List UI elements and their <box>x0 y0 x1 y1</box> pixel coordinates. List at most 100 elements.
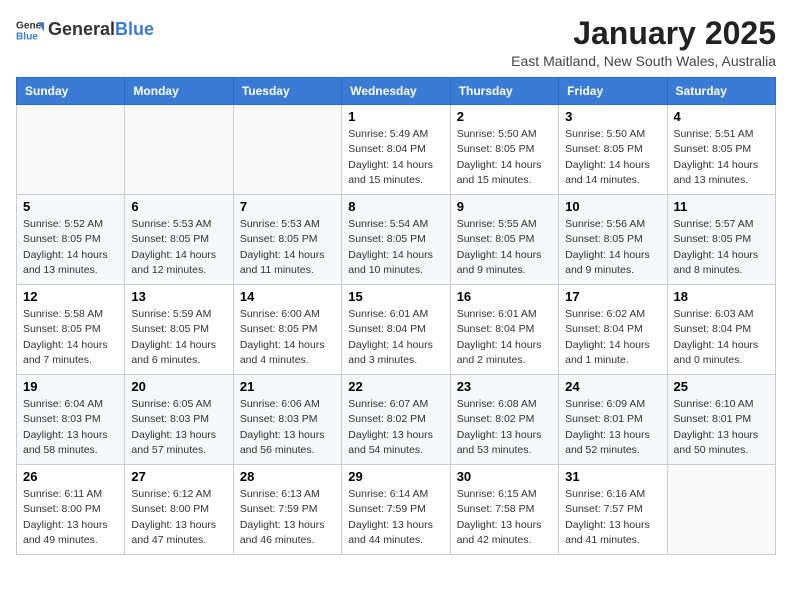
day-number: 4 <box>674 109 769 124</box>
day-number: 31 <box>565 469 660 484</box>
calendar-cell: 3Sunrise: 5:50 AM Sunset: 8:05 PM Daylig… <box>559 105 667 195</box>
logo-blue-text: Blue <box>115 19 154 39</box>
day-info: Sunrise: 6:06 AM Sunset: 8:03 PM Dayligh… <box>240 397 335 458</box>
weekday-header-saturday: Saturday <box>667 78 775 105</box>
calendar-cell: 30 Sunrise: 6:15 AM Sunset: 7:58 PM Dayli… <box>450 465 558 555</box>
calendar-cell: 29 Sunrise: 6:14 AM Sunset: 7:59 PM Dayli… <box>342 465 450 555</box>
day-number: 27 <box>131 469 226 484</box>
day-number: 2 <box>457 109 552 124</box>
logo: General Blue GeneralBlue <box>16 16 154 44</box>
calendar-cell: 27Sunrise: 6:12 AM Sunset: 8:00 PM Dayli… <box>125 465 233 555</box>
day-number: 25 <box>674 379 769 394</box>
calendar-cell: 24 Sunrise: 6:09 AM Sunset: 8:01 PM Dayli… <box>559 375 667 465</box>
day-number: 24 <box>565 379 660 394</box>
day-info: Sunrise: 5:56 AM Sunset: 8:05 PM Dayligh… <box>565 217 660 278</box>
day-number: 28 <box>240 469 335 484</box>
day-info: Sunrise: 5:52 AM Sunset: 8:05 PM Dayligh… <box>23 217 118 278</box>
day-info: Sunrise: 6:07 AM Sunset: 8:02 PM Dayligh… <box>348 397 443 458</box>
calendar-cell: 13 Sunrise: 5:59 AM Sunset: 8:05 PM Dayli… <box>125 285 233 375</box>
calendar-week-1: 1 Sunrise: 5:49 AM Sunset: 8:04 PM Daylig… <box>17 105 776 195</box>
day-number: 18 <box>674 289 769 304</box>
day-info: Sunrise: 6:10 AM Sunset: 8:01 PM Dayligh… <box>674 397 769 458</box>
day-info: Sunrise: 5:50 AM Sunset: 8:05 PM Dayligh… <box>457 127 552 188</box>
calendar-week-3: 12 Sunrise: 5:58 AM Sunset: 8:05 PM Dayli… <box>17 285 776 375</box>
day-info: Sunrise: 5:58 AM Sunset: 8:05 PM Dayligh… <box>23 307 118 368</box>
day-number: 13 <box>131 289 226 304</box>
day-info: Sunrise: 5:51 AM Sunset: 8:05 PM Dayligh… <box>674 127 769 188</box>
day-info: Sunrise: 6:03 AM Sunset: 8:04 PM Dayligh… <box>674 307 769 368</box>
calendar-cell: 9 Sunrise: 5:55 AM Sunset: 8:05 PM Daylig… <box>450 195 558 285</box>
weekday-header-tuesday: Tuesday <box>233 78 341 105</box>
day-number: 29 <box>348 469 443 484</box>
day-number: 15 <box>348 289 443 304</box>
calendar-cell: 16 Sunrise: 6:01 AM Sunset: 8:04 PM Dayli… <box>450 285 558 375</box>
calendar-cell: 15 Sunrise: 6:01 AM Sunset: 8:04 PM Dayli… <box>342 285 450 375</box>
day-info: Sunrise: 6:00 AM Sunset: 8:05 PM Dayligh… <box>240 307 335 368</box>
calendar-cell: 2 Sunrise: 5:50 AM Sunset: 8:05 PM Daylig… <box>450 105 558 195</box>
calendar-cell: 1 Sunrise: 5:49 AM Sunset: 8:04 PM Daylig… <box>342 105 450 195</box>
day-number: 7 <box>240 199 335 214</box>
day-number: 16 <box>457 289 552 304</box>
calendar-cell: 25 Sunrise: 6:10 AM Sunset: 8:01 PM Dayli… <box>667 375 775 465</box>
day-info: Sunrise: 5:49 AM Sunset: 8:04 PM Dayligh… <box>348 127 443 188</box>
day-info: Sunrise: 5:55 AM Sunset: 8:05 PM Dayligh… <box>457 217 552 278</box>
day-info: Sunrise: 5:54 AM Sunset: 8:05 PM Dayligh… <box>348 217 443 278</box>
day-info: Sunrise: 6:04 AM Sunset: 8:03 PM Dayligh… <box>23 397 118 458</box>
calendar-cell: 12 Sunrise: 5:58 AM Sunset: 8:05 PM Dayli… <box>17 285 125 375</box>
day-number: 30 <box>457 469 552 484</box>
calendar-cell: 5Sunrise: 5:52 AM Sunset: 8:05 PM Daylig… <box>17 195 125 285</box>
day-number: 10 <box>565 199 660 214</box>
day-number: 11 <box>674 199 769 214</box>
calendar-cell: 6Sunrise: 5:53 AM Sunset: 8:05 PM Daylig… <box>125 195 233 285</box>
day-number: 14 <box>240 289 335 304</box>
day-info: Sunrise: 6:01 AM Sunset: 8:04 PM Dayligh… <box>457 307 552 368</box>
svg-text:General: General <box>16 20 44 31</box>
calendar-cell: 18 Sunrise: 6:03 AM Sunset: 8:04 PM Dayli… <box>667 285 775 375</box>
page-header: General Blue GeneralBlue January 2025 Ea… <box>16 16 776 69</box>
calendar-cell: 23 Sunrise: 6:08 AM Sunset: 8:02 PM Dayli… <box>450 375 558 465</box>
day-info: Sunrise: 5:59 AM Sunset: 8:05 PM Dayligh… <box>131 307 226 368</box>
weekday-header-sunday: Sunday <box>17 78 125 105</box>
day-info: Sunrise: 6:08 AM Sunset: 8:02 PM Dayligh… <box>457 397 552 458</box>
day-info: Sunrise: 6:13 AM Sunset: 7:59 PM Dayligh… <box>240 487 335 548</box>
svg-text:Blue: Blue <box>16 31 38 42</box>
day-number: 23 <box>457 379 552 394</box>
calendar-cell: 28 Sunrise: 6:13 AM Sunset: 7:59 PM Dayli… <box>233 465 341 555</box>
day-number: 26 <box>23 469 118 484</box>
calendar-week-4: 19 Sunrise: 6:04 AM Sunset: 8:03 PM Dayli… <box>17 375 776 465</box>
day-info: Sunrise: 6:05 AM Sunset: 8:03 PM Dayligh… <box>131 397 226 458</box>
day-number: 6 <box>131 199 226 214</box>
day-info: Sunrise: 6:09 AM Sunset: 8:01 PM Dayligh… <box>565 397 660 458</box>
weekday-header-thursday: Thursday <box>450 78 558 105</box>
calendar-week-5: 26 Sunrise: 6:11 AM Sunset: 8:00 PM Dayli… <box>17 465 776 555</box>
calendar-cell: 10 Sunrise: 5:56 AM Sunset: 8:05 PM Dayli… <box>559 195 667 285</box>
calendar-table: SundayMondayTuesdayWednesdayThursdayFrid… <box>16 77 776 555</box>
day-info: Sunrise: 6:02 AM Sunset: 8:04 PM Dayligh… <box>565 307 660 368</box>
logo-general-text: General <box>48 19 115 39</box>
calendar-cell: 20 Sunrise: 6:05 AM Sunset: 8:03 PM Dayli… <box>125 375 233 465</box>
calendar-cell: 21Sunrise: 6:06 AM Sunset: 8:03 PM Dayli… <box>233 375 341 465</box>
calendar-cell <box>233 105 341 195</box>
calendar-cell: 26 Sunrise: 6:11 AM Sunset: 8:00 PM Dayli… <box>17 465 125 555</box>
day-number: 1 <box>348 109 443 124</box>
calendar-cell: 17 Sunrise: 6:02 AM Sunset: 8:04 PM Dayli… <box>559 285 667 375</box>
day-info: Sunrise: 5:53 AM Sunset: 8:05 PM Dayligh… <box>240 217 335 278</box>
day-info: Sunrise: 6:14 AM Sunset: 7:59 PM Dayligh… <box>348 487 443 548</box>
day-info: Sunrise: 6:01 AM Sunset: 8:04 PM Dayligh… <box>348 307 443 368</box>
day-info: Sunrise: 5:57 AM Sunset: 8:05 PM Dayligh… <box>674 217 769 278</box>
day-number: 12 <box>23 289 118 304</box>
logo-icon: General Blue <box>16 16 44 44</box>
weekday-header-wednesday: Wednesday <box>342 78 450 105</box>
day-number: 17 <box>565 289 660 304</box>
day-number: 9 <box>457 199 552 214</box>
weekday-header-monday: Monday <box>125 78 233 105</box>
day-info: Sunrise: 6:11 AM Sunset: 8:00 PM Dayligh… <box>23 487 118 548</box>
day-info: Sunrise: 6:16 AM Sunset: 7:57 PM Dayligh… <box>565 487 660 548</box>
day-number: 19 <box>23 379 118 394</box>
calendar-cell: 19 Sunrise: 6:04 AM Sunset: 8:03 PM Dayli… <box>17 375 125 465</box>
day-number: 20 <box>131 379 226 394</box>
month-title: January 2025 <box>511 16 776 51</box>
calendar-cell: 11 Sunrise: 5:57 AM Sunset: 8:05 PM Dayli… <box>667 195 775 285</box>
day-info: Sunrise: 6:15 AM Sunset: 7:58 PM Dayligh… <box>457 487 552 548</box>
weekday-header-friday: Friday <box>559 78 667 105</box>
